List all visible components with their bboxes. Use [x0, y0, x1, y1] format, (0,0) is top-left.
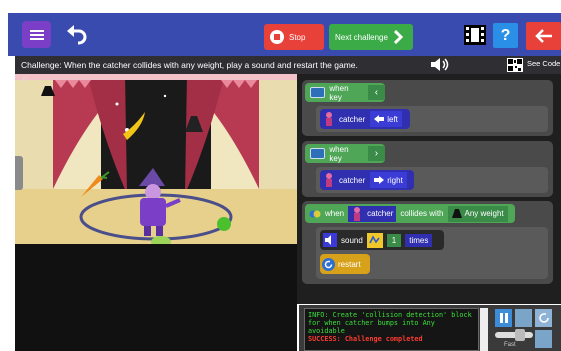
when-key-block[interactable]: when key ‹	[305, 83, 385, 102]
restart-block[interactable]: restart	[320, 254, 370, 274]
speed-slider-knob[interactable]	[514, 329, 525, 341]
catcher-left-block[interactable]: catcher left	[320, 109, 410, 129]
catcher-label: catcher	[367, 209, 394, 218]
block-group-collision[interactable]: when catcher collides with Any weight so…	[302, 201, 553, 284]
stage-scene	[15, 74, 297, 244]
catcher-right-block[interactable]: catcher right	[320, 170, 414, 190]
speed-slider[interactable]	[495, 329, 533, 341]
speaker-icon[interactable]	[428, 57, 450, 72]
step-button[interactable]	[515, 309, 532, 327]
menu-button[interactable]	[22, 21, 51, 48]
next-challenge-label: Next challenge	[335, 32, 388, 42]
direction-left[interactable]: left	[370, 111, 402, 127]
weight-icon	[451, 209, 462, 218]
top-toolbar: Stop Next challenge ?	[8, 13, 561, 56]
restart-label: restart	[338, 259, 361, 269]
speed-label: Fast	[504, 342, 516, 348]
direction-right-label: right	[387, 175, 403, 185]
times-label: times	[405, 233, 433, 247]
undo-icon[interactable]	[64, 22, 90, 48]
target-label: Any weight	[464, 209, 504, 218]
challenge-text: Challenge: When the catcher collides wit…	[21, 60, 358, 70]
score-display: 0	[23, 77, 27, 84]
challenge-bar: Challenge: When the catcher collides wit…	[15, 56, 561, 74]
collides-with-label: collides with	[400, 209, 444, 218]
catcher-icon	[354, 206, 361, 221]
stage-resize-handle[interactable]	[15, 156, 23, 190]
success-message: SUCCESS: Challenge completed	[308, 335, 423, 343]
info-message: INFO: Create 'collision detection' block…	[308, 311, 472, 335]
target-selector[interactable]: Any weight	[447, 205, 508, 222]
when-key-label: when key	[329, 83, 349, 102]
next-challenge-button[interactable]: Next challenge	[329, 24, 413, 50]
stop-label: Stop	[289, 32, 306, 42]
key-left-selector[interactable]: ‹	[367, 85, 385, 100]
refresh-icon	[538, 313, 549, 323]
fullscreen-button[interactable]	[535, 330, 552, 348]
collision-icon	[309, 210, 321, 217]
block-group-right[interactable]: when key › catcher right	[302, 141, 553, 197]
play-sound-block[interactable]: sound 1 times	[320, 230, 444, 250]
when-collides-block[interactable]: when catcher collides with Any weight	[305, 204, 515, 223]
qr-code-icon[interactable]	[507, 58, 523, 72]
when-key-block[interactable]: when key ›	[305, 144, 385, 163]
help-label: ?	[500, 26, 511, 44]
when-label: when	[325, 209, 345, 218]
restart-icon	[322, 257, 335, 271]
pause-button[interactable]	[495, 309, 512, 327]
times-value[interactable]: 1	[386, 233, 402, 247]
arrow-right-icon	[374, 176, 385, 184]
help-button[interactable]: ?	[493, 23, 518, 48]
catcher-label: catcher	[339, 114, 366, 124]
menu-icon	[29, 29, 44, 40]
direction-right[interactable]: right	[370, 172, 407, 188]
stop-button[interactable]: Stop	[264, 24, 324, 50]
sound-label: sound	[341, 235, 363, 245]
arrow-left-icon	[374, 115, 385, 123]
blocks-workspace[interactable]: when key ‹ catcher left when key › catch…	[297, 74, 561, 304]
actor-selector[interactable]: catcher	[348, 205, 397, 222]
key-right-selector[interactable]: ›	[367, 146, 385, 161]
block-group-left[interactable]: when key ‹ catcher left	[302, 80, 553, 136]
back-button[interactable]	[526, 22, 561, 50]
when-key-label: when key	[329, 144, 349, 163]
info-panel: INFO: Create 'collision detection' block…	[299, 305, 561, 351]
keyboard-icon	[310, 87, 326, 98]
pause-icon	[499, 313, 503, 323]
log-scrollbar[interactable]	[480, 308, 488, 351]
chevron-right-icon	[393, 30, 403, 44]
sound-choice-icon[interactable]	[366, 232, 383, 248]
film-icon[interactable]	[463, 23, 487, 47]
stop-icon	[270, 30, 284, 44]
message-log: INFO: Create 'collision detection' block…	[304, 308, 479, 351]
see-code-link[interactable]: See Code	[527, 59, 560, 68]
catcher-icon	[326, 173, 332, 187]
catcher-icon	[326, 112, 332, 126]
reset-button[interactable]	[535, 309, 552, 327]
game-stage[interactable]: 0	[15, 74, 297, 351]
arrow-left-icon	[534, 29, 552, 43]
catcher-label: catcher	[339, 175, 366, 185]
sound-icon	[323, 233, 337, 247]
app-root: Stop Next challenge ? Challenge: When th…	[0, 0, 561, 351]
direction-left-label: left	[387, 114, 398, 124]
keyboard-icon	[310, 148, 326, 159]
